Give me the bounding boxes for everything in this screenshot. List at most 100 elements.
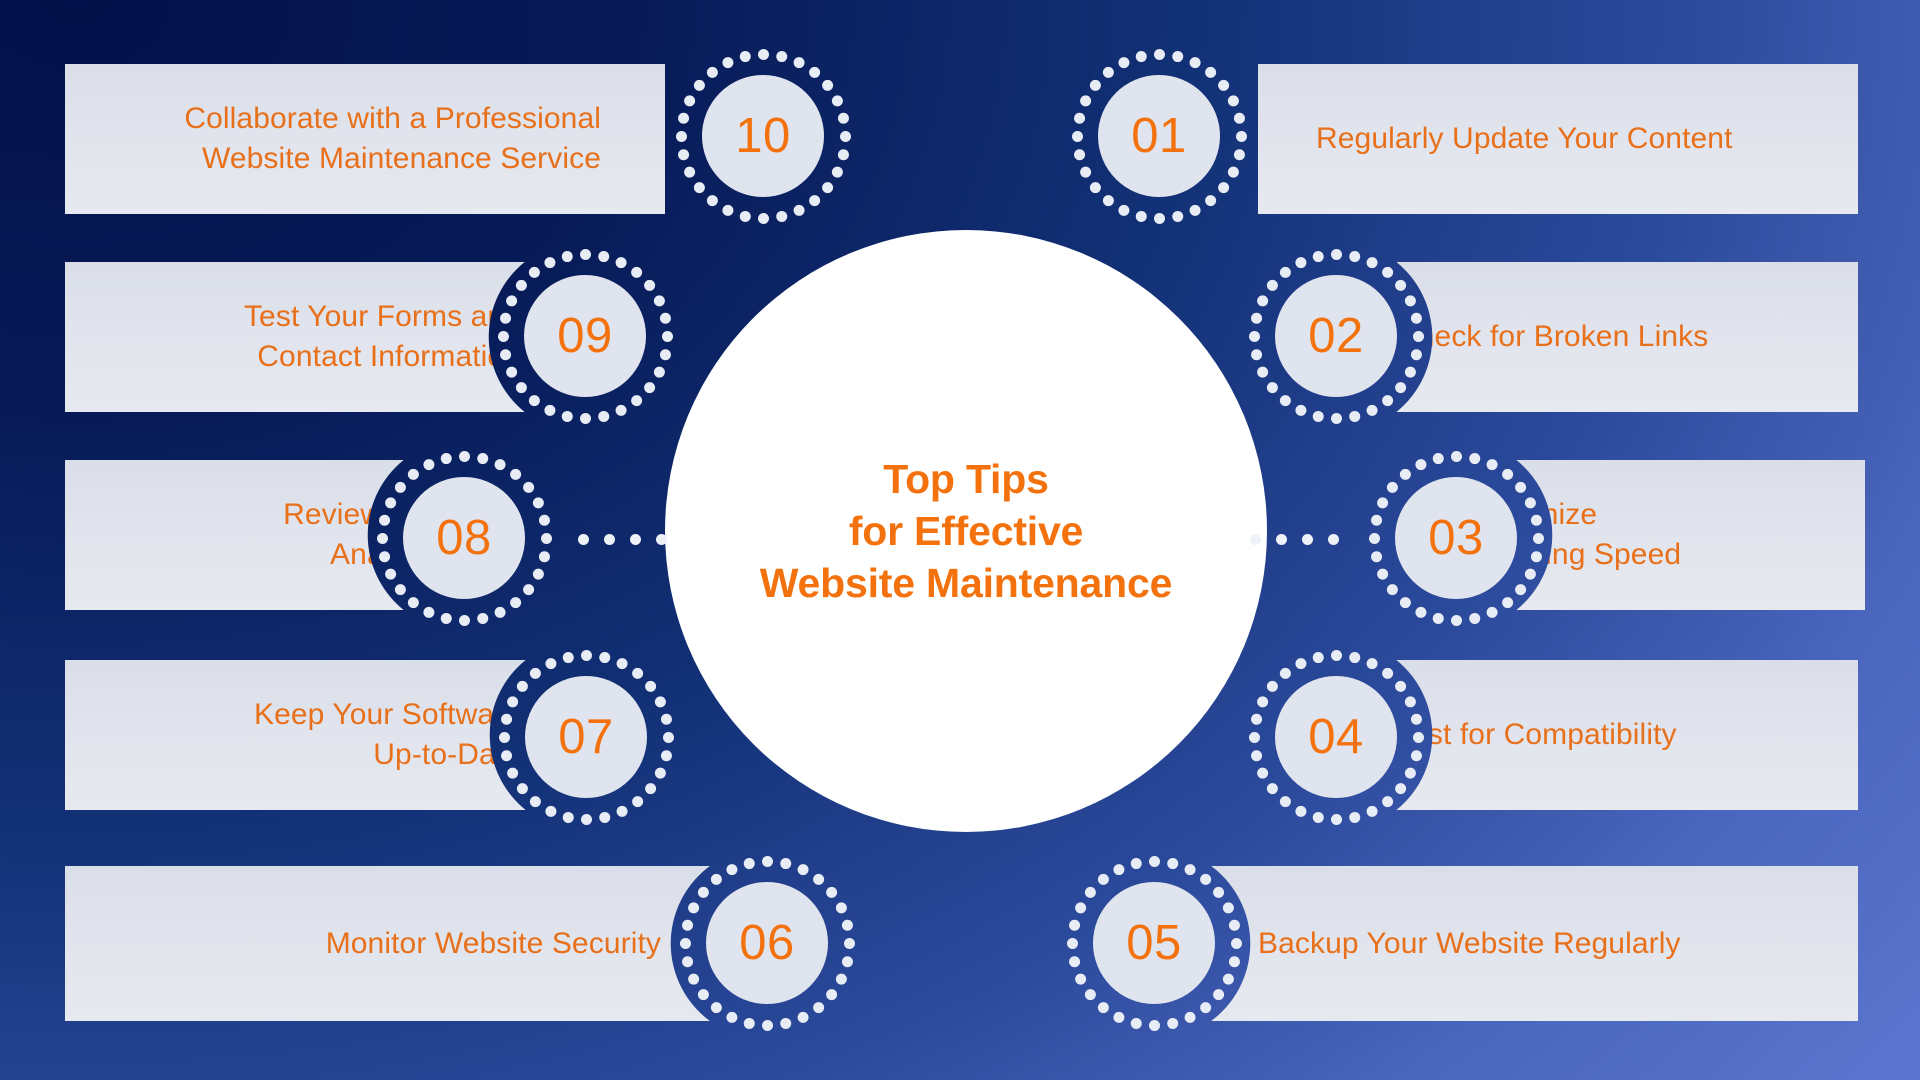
tip-number-group-06[interactable]: 06 xyxy=(679,855,855,1031)
tip-bar-01[interactable]: Regularly Update Your Content xyxy=(1258,64,1858,214)
tip-number-03: 03 xyxy=(1395,477,1517,599)
tip-number-05: 05 xyxy=(1093,882,1215,1004)
ring-dot xyxy=(1410,348,1422,360)
ring-dot xyxy=(1501,468,1513,480)
ring-dot xyxy=(1386,583,1398,595)
tip-bar-06[interactable]: Monitor Website Security xyxy=(65,866,725,1021)
ring-dot xyxy=(1381,795,1393,807)
ring-dot xyxy=(1514,481,1526,493)
ring-dot xyxy=(675,130,687,142)
tip-label-01: Regularly Update Your Content xyxy=(1316,122,1733,156)
connector-dot xyxy=(604,534,615,545)
tip-number-group-10[interactable]: 10 xyxy=(675,48,851,224)
ring-dot xyxy=(1348,250,1360,262)
tip-number-group-02[interactable]: 02 xyxy=(1248,248,1424,424)
tip-label-04: Test for Compatibility xyxy=(1396,718,1677,752)
ring-dot xyxy=(1468,452,1480,464)
ring-dot xyxy=(561,410,573,422)
ring-dot xyxy=(476,612,488,624)
ring-dot xyxy=(843,937,855,949)
ring-dot xyxy=(1348,651,1360,663)
ring-dot xyxy=(660,749,672,761)
ring-dot xyxy=(1102,194,1114,206)
ring-dot xyxy=(1370,514,1382,526)
ring-dot xyxy=(494,606,506,618)
ring-dot xyxy=(529,795,541,807)
ring-dot xyxy=(1112,1011,1124,1023)
tip-number-group-05[interactable]: 05 xyxy=(1066,855,1242,1031)
infographic-canvas: Collaborate with a Professional Website … xyxy=(0,0,1920,1080)
connector-dot xyxy=(630,534,641,545)
ring-dot xyxy=(1248,731,1260,743)
ring-dot xyxy=(697,886,709,898)
ring-dot xyxy=(1074,901,1086,913)
ring-dot xyxy=(1410,312,1422,324)
ring-dot xyxy=(500,713,512,725)
tip-number-09: 09 xyxy=(524,275,646,397)
ring-dot xyxy=(775,210,787,222)
ring-dot xyxy=(1256,366,1268,378)
ring-dot xyxy=(515,279,527,291)
ring-dot xyxy=(1376,568,1388,580)
ring-dot xyxy=(1404,294,1416,306)
ring-dot xyxy=(779,1017,791,1029)
tip-bar-05[interactable]: Backup Your Website Regularly xyxy=(1200,866,1858,1021)
ring-dot xyxy=(1414,606,1426,618)
tip-number-02: 02 xyxy=(1275,275,1397,397)
ring-dot xyxy=(562,811,574,823)
tip-number-group-07[interactable]: 07 xyxy=(498,649,674,825)
ring-dot xyxy=(1368,532,1380,544)
ring-dot xyxy=(532,496,544,508)
ring-dot xyxy=(1266,381,1278,393)
ring-dot xyxy=(1097,873,1109,885)
tip-number-group-03[interactable]: 03 xyxy=(1368,450,1544,626)
connector-left xyxy=(578,534,688,545)
ring-dot xyxy=(1117,56,1129,68)
ring-dot xyxy=(1135,50,1147,62)
ring-dot xyxy=(394,583,406,595)
ring-dot xyxy=(1450,614,1462,626)
ring-dot xyxy=(1386,481,1398,493)
ring-dot xyxy=(1171,210,1183,222)
tip-label-06: Monitor Website Security xyxy=(325,926,661,960)
ring-dot xyxy=(1084,886,1096,898)
ring-dot xyxy=(1068,955,1080,967)
ring-dot xyxy=(1312,410,1324,422)
ring-dot xyxy=(580,813,592,825)
ring-dot xyxy=(683,94,695,106)
tip-number-group-08[interactable]: 08 xyxy=(376,450,552,626)
ring-dot xyxy=(1348,410,1360,422)
ring-dot xyxy=(693,181,705,193)
ring-dot xyxy=(793,204,805,216)
ring-dot xyxy=(1184,1011,1196,1023)
ring-dot xyxy=(1468,612,1480,624)
tip-bar-10[interactable]: Collaborate with a Professional Website … xyxy=(65,64,665,214)
ring-dot xyxy=(1184,863,1196,875)
ring-dot xyxy=(538,550,550,562)
ring-dot xyxy=(1366,256,1378,268)
tip-number-group-01[interactable]: 01 xyxy=(1071,48,1247,224)
ring-dot xyxy=(579,412,591,424)
ring-dot xyxy=(1112,863,1124,875)
ring-dot xyxy=(1204,194,1216,206)
tip-number-group-09[interactable]: 09 xyxy=(497,248,673,424)
ring-dot xyxy=(458,450,470,462)
ring-dot xyxy=(697,988,709,1000)
ring-dot xyxy=(779,857,791,869)
ring-dot xyxy=(631,667,643,679)
ring-dot xyxy=(1189,56,1201,68)
ring-dot xyxy=(1312,811,1324,823)
ring-dot xyxy=(516,782,528,794)
ring-dot xyxy=(1071,130,1083,142)
ring-dot xyxy=(653,366,665,378)
ring-dot xyxy=(797,863,809,875)
ring-dot xyxy=(1256,767,1268,779)
ring-dot xyxy=(1250,749,1262,761)
ring-dot xyxy=(1079,94,1091,106)
ring-dot xyxy=(721,56,733,68)
ring-dot xyxy=(1486,606,1498,618)
tip-number-group-04[interactable]: 04 xyxy=(1248,649,1424,825)
ring-dot xyxy=(1370,550,1382,562)
ring-dot xyxy=(630,266,642,278)
ring-dot xyxy=(597,250,609,262)
